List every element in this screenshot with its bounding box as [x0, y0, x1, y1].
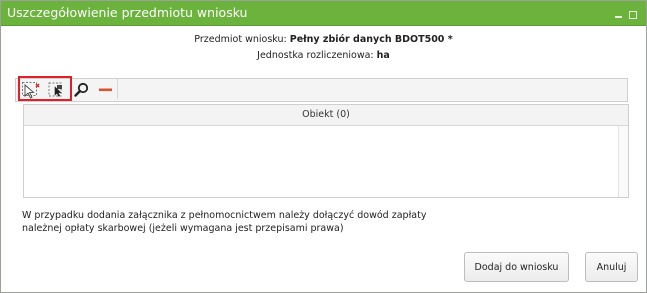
cancel-button[interactable]: Anuluj: [585, 252, 638, 282]
unit-label: Jednostka rozliczeniowa:: [257, 50, 374, 61]
maximize-icon[interactable]: [629, 11, 637, 19]
search-icon: [74, 82, 89, 97]
payment-note-line-1: W przypadku dodania załącznika z pełnomo…: [22, 210, 427, 221]
subject-line: Przedmiot wniosku: Pełny zbiór danych BD…: [1, 34, 646, 45]
subject-value: Pełny zbiór danych BDOT500 *: [289, 34, 453, 45]
unit-value: ha: [376, 50, 390, 61]
payment-note: W przypadku dodania załącznika z pełnomo…: [22, 209, 426, 235]
toolbar-highlight-box: [18, 76, 72, 101]
grid-column-header-label: Obiekt (0): [302, 109, 350, 120]
remove-button[interactable]: [97, 81, 114, 98]
dialog-window: Uszczegółowienie przedmiotu wniosku Prze…: [0, 0, 647, 293]
dialog-title: Uszczegółowienie przedmiotu wniosku: [7, 5, 248, 20]
subject-label: Przedmiot wniosku:: [194, 34, 287, 45]
objects-grid: Obiekt (0): [23, 104, 629, 198]
minimize-icon[interactable]: [615, 16, 622, 18]
add-to-request-button[interactable]: Dodaj do wniosku: [464, 252, 569, 282]
grid-scrollbar[interactable]: [618, 126, 628, 197]
grid-column-header-object[interactable]: Obiekt (0): [24, 105, 628, 126]
search-button[interactable]: [73, 81, 90, 98]
remove-icon: [99, 88, 112, 92]
unit-line: Jednostka rozliczeniowa: ha: [1, 50, 646, 61]
payment-note-line-2: należnej opłaty skarbowej (jeżeli wymaga…: [22, 223, 344, 234]
toolbar-separator: [117, 79, 118, 99]
dialog-titlebar[interactable]: Uszczegółowienie przedmiotu wniosku: [1, 1, 646, 26]
